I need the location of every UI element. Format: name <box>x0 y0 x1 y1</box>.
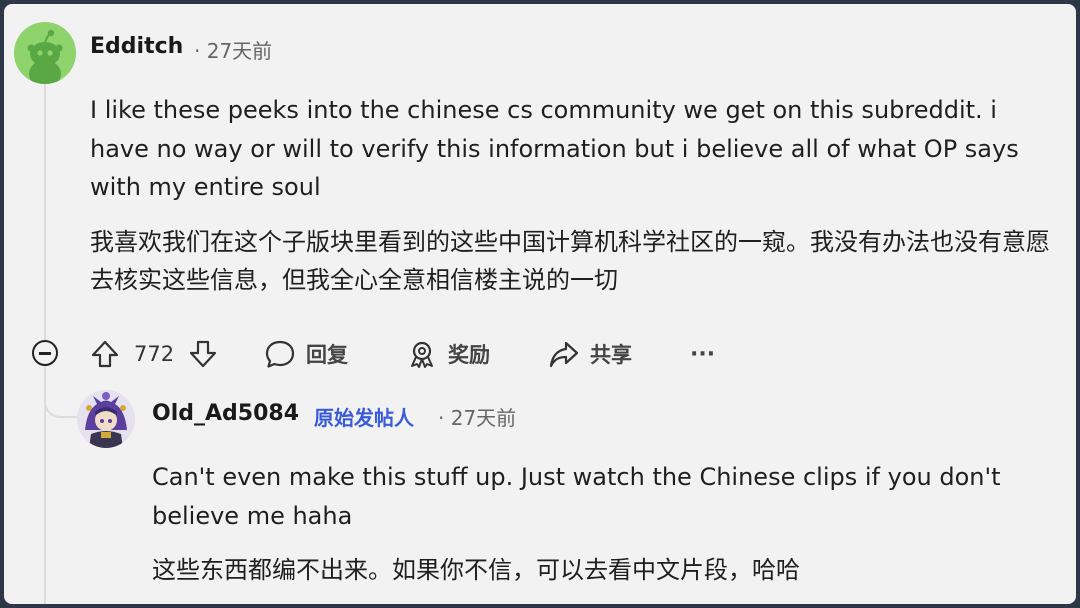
award-label: 奖励 <box>448 343 490 367</box>
reply-timestamp: 27天前 <box>450 406 517 430</box>
comment-time: · 27天前 <box>194 39 273 63</box>
comment-timestamp: 27天前 <box>206 39 273 63</box>
speech-bubble-icon <box>264 339 296 369</box>
vote-count: 772 <box>134 342 175 366</box>
award-button[interactable]: 奖励 <box>406 338 490 370</box>
reply-connector <box>44 366 80 418</box>
comment-body-chinese: 我喜欢我们在这个子版块里看到的这些中国计算机科学社区的一窥。我没有办法也没有意愿… <box>90 228 1050 294</box>
share-label: 共享 <box>590 343 632 367</box>
comment-thread: Edditch · 27天前 I like these peeks into t… <box>4 4 1076 604</box>
collapse-minus-icon[interactable] <box>32 340 58 366</box>
more-options-button[interactable]: ··· <box>690 338 715 370</box>
comment-body-english: I like these peeks into the chinese cs c… <box>90 96 1019 201</box>
op-badge: 原始发帖人 <box>314 406 414 430</box>
reply-label: 回复 <box>306 343 348 367</box>
share-arrow-icon <box>548 339 580 369</box>
reply-author[interactable]: Old_Ad5084 <box>152 401 299 426</box>
upvote-arrow-icon[interactable] <box>90 339 120 369</box>
thread-line[interactable] <box>44 84 46 342</box>
more-options-icon: ··· <box>690 341 716 367</box>
vote-controls: 772 <box>90 338 218 370</box>
anime-character-avatar-icon[interactable] <box>77 390 135 448</box>
reply-body-english: Can't even make this stuff up. Just watc… <box>152 463 1001 530</box>
snoo-avatar-icon[interactable] <box>14 22 76 84</box>
reply-button[interactable]: 回复 <box>264 338 348 370</box>
award-icon <box>406 339 438 369</box>
downvote-arrow-icon[interactable] <box>188 339 218 369</box>
reply-body-chinese: 这些东西都编不出来。如果你不信，可以去看中文片段，哈哈 <box>152 556 800 584</box>
reply-time: · 27天前 <box>438 406 517 430</box>
share-button[interactable]: 共享 <box>548 338 632 370</box>
comment-author[interactable]: Edditch <box>90 34 183 59</box>
